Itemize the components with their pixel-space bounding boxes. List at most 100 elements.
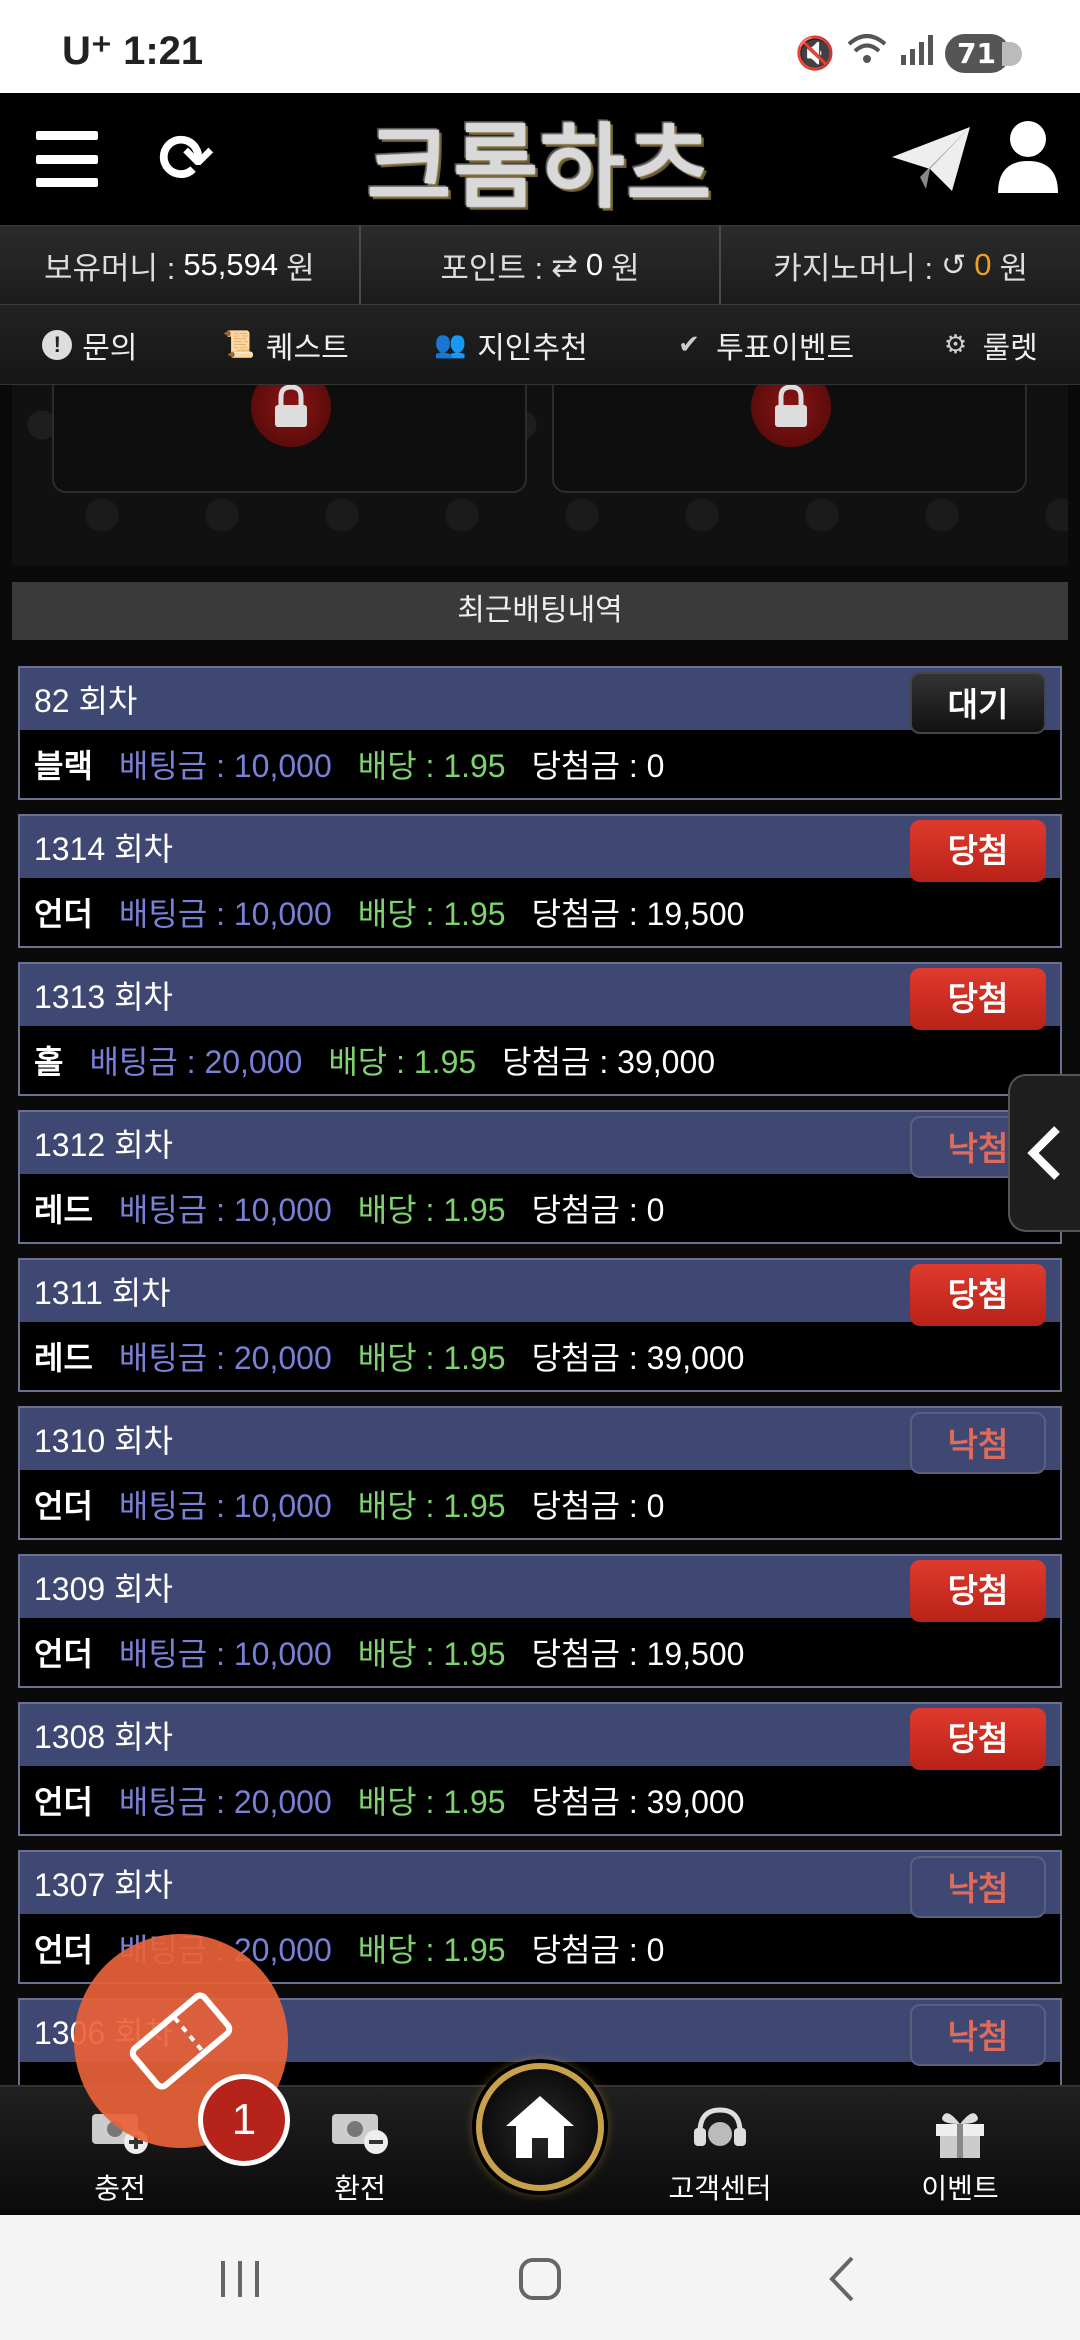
casino-money[interactable]: 카지노머니 : ↺ 0 원 <box>721 226 1080 304</box>
menu-referral-label: 지인추천 <box>477 331 588 365</box>
bet-status-badge[interactable]: 대기 <box>910 672 1046 734</box>
bet-winnings: 당첨금 : 39,000 <box>531 1340 745 1376</box>
menu-referral[interactable]: 👥 지인추천 <box>433 323 588 367</box>
home-icon <box>506 2096 574 2158</box>
bet-status-badge[interactable]: 당첨 <box>910 1264 1046 1326</box>
bet-round: 1312 회차 <box>34 1127 173 1163</box>
bet-odds: 배당 : 1.95 <box>328 1044 477 1080</box>
bet-card-header: 1312 회차 <box>20 1112 1060 1174</box>
bet-status-badge[interactable]: 당첨 <box>910 1560 1046 1622</box>
menu-vote-event[interactable]: ✔ 투표이벤트 <box>672 323 854 367</box>
holding-unit: 원 <box>286 250 315 286</box>
nav-exchange[interactable]: 환전 <box>280 2105 440 2207</box>
bet-status-badge[interactable]: 낙첨 <box>910 2004 1046 2066</box>
point-value: 0 <box>585 247 604 282</box>
menu-icon[interactable] <box>36 131 98 187</box>
battery-indicator: 71 <box>945 33 1022 73</box>
bet-card-details: 언더 배팅금 : 20,000 배당 : 1.95 당첨금 : 39,000 <box>20 1766 1060 1834</box>
home-button[interactable] <box>476 2063 604 2191</box>
bet-card-header: 1309 회차 <box>20 1556 1060 1618</box>
menu-inquiry-label: 문의 <box>82 331 138 365</box>
menu-inquiry[interactable]: ! 문의 <box>42 323 137 367</box>
money-bar: 보유머니 : 55,594 원 포인트 : ⇄ 0 원 카지노머니 : ↺ 0 … <box>0 225 1080 305</box>
bet-card: 1308 회차 당첨 언더 배팅금 : 20,000 배당 : 1.95 당첨금 : 39… <box>18 1702 1062 1836</box>
bet-pick: 레드 <box>34 1192 93 1228</box>
telegram-icon[interactable] <box>890 123 972 195</box>
bet-card: 1312 회차 낙첨 레드 배팅금 : 10,000 배당 : 1.95 당첨금 : 0 <box>18 1110 1062 1244</box>
nav-event-label: 이벤트 <box>921 2173 999 2204</box>
bet-card-header: 1311 회차 <box>20 1260 1060 1322</box>
bet-winnings: 당첨금 : 19,500 <box>531 896 745 932</box>
nav-exchange-label: 환전 <box>334 2173 386 2204</box>
bet-status-badge[interactable]: 낙첨 <box>910 1412 1046 1474</box>
bet-round: 1308 회차 <box>34 1719 173 1755</box>
bet-status-badge[interactable]: 당첨 <box>910 968 1046 1030</box>
nav-support-label: 고객센터 <box>668 2173 772 2204</box>
bet-round: 1307 회차 <box>34 1867 173 1903</box>
logo-text: 크롬하츠 <box>366 112 714 221</box>
back-icon[interactable] <box>812 2249 872 2309</box>
bet-card-header: 82 회차 <box>20 668 1060 730</box>
recent-apps-icon[interactable] <box>210 2249 270 2309</box>
bet-amount: 배팅금 : 10,000 <box>118 896 332 932</box>
bet-amount: 배팅금 : 20,000 <box>89 1044 303 1080</box>
bet-card: 1310 회차 낙첨 언더 배팅금 : 10,000 배당 : 1.95 당첨금 : 0 <box>18 1406 1062 1540</box>
menu-roulette[interactable]: ⚙ 룰렛 <box>939 323 1038 367</box>
reload-icon[interactable]: ↺ <box>941 248 966 283</box>
nav-support[interactable]: 고객센터 <box>640 2105 800 2207</box>
section-title: 최근배팅내역 <box>12 582 1068 640</box>
bet-round: 1311 회차 <box>34 1275 171 1311</box>
side-panel-toggle[interactable] <box>1008 1074 1080 1232</box>
bet-winnings: 당첨금 : 19,500 <box>531 1636 745 1672</box>
bet-amount: 배팅금 : 10,000 <box>118 748 332 784</box>
locked-game-card[interactable] <box>52 385 527 493</box>
bet-status-badge[interactable]: 낙첨 <box>910 1856 1046 1918</box>
bet-pick: 레드 <box>34 1340 93 1376</box>
people-icon: 👥 <box>434 329 467 359</box>
swap-icon[interactable]: ⇄ <box>551 246 578 284</box>
vote-icon: ✔ <box>678 329 700 359</box>
nav-event[interactable]: 이벤트 <box>880 2105 1040 2207</box>
bet-card-details: 언더 배팅금 : 10,000 배당 : 1.95 당첨금 : 0 <box>20 1470 1060 1538</box>
locked-game-card[interactable] <box>552 385 1027 493</box>
bet-card-header: 1314 회차 <box>20 816 1060 878</box>
bet-odds: 배당 : 1.95 <box>357 1932 506 1968</box>
bet-pick: 언더 <box>34 1784 93 1820</box>
point-unit: 원 <box>611 250 640 286</box>
point-label: 포인트 : <box>440 250 544 286</box>
bet-pick: 블랙 <box>34 748 93 784</box>
holding-label: 보유머니 : <box>44 250 176 286</box>
bet-odds: 배당 : 1.95 <box>357 748 506 784</box>
exchange-icon <box>328 2105 392 2159</box>
bet-card-details: 언더 배팅금 : 10,000 배당 : 1.95 당첨금 : 19,500 <box>20 878 1060 946</box>
user-icon[interactable] <box>996 119 1060 195</box>
system-nav-bar <box>0 2215 1080 2340</box>
gift-icon <box>928 2105 992 2159</box>
bet-round: 1314 회차 <box>34 831 173 867</box>
home-system-icon[interactable] <box>510 2249 570 2309</box>
lock-icon <box>251 385 331 447</box>
refresh-icon[interactable]: ⟳ <box>150 123 222 195</box>
menu-quest[interactable]: 📜 퀘스트 <box>222 323 349 367</box>
bet-history-list: 82 회차 대기 블랙 배팅금 : 10,000 배당 : 1.95 당첨금 : 0 131… <box>18 666 1062 2146</box>
bet-card-details: 블랙 배팅금 : 10,000 배당 : 1.95 당첨금 : 0 <box>20 730 1060 798</box>
bet-pick: 언더 <box>34 1488 93 1524</box>
bet-status-badge[interactable]: 당첨 <box>910 820 1046 882</box>
nav-charge-label: 충전 <box>94 2173 146 2204</box>
bet-winnings: 당첨금 : 0 <box>531 1932 665 1968</box>
bet-winnings: 당첨금 : 0 <box>531 1488 665 1524</box>
casino-value: 0 <box>974 247 992 282</box>
bet-odds: 배당 : 1.95 <box>357 1192 506 1228</box>
chevron-left-icon <box>1027 1126 1060 1180</box>
holding-money: 보유머니 : 55,594 원 <box>0 226 361 304</box>
bet-amount: 배팅금 : 10,000 <box>118 1488 332 1524</box>
bet-card: 82 회차 대기 블랙 배팅금 : 10,000 배당 : 1.95 당첨금 : 0 <box>18 666 1062 800</box>
bet-status-badge[interactable]: 당첨 <box>910 1708 1046 1770</box>
point-money[interactable]: 포인트 : ⇄ 0 원 <box>361 226 722 304</box>
bet-amount: 배팅금 : 10,000 <box>118 1192 332 1228</box>
bet-round: 1310 회차 <box>34 1423 173 1459</box>
bet-round: 82 회차 <box>34 683 138 719</box>
holding-value: 55,594 <box>183 247 279 282</box>
site-logo[interactable]: 크롬하츠 <box>330 103 750 221</box>
signal-icon <box>899 33 935 73</box>
